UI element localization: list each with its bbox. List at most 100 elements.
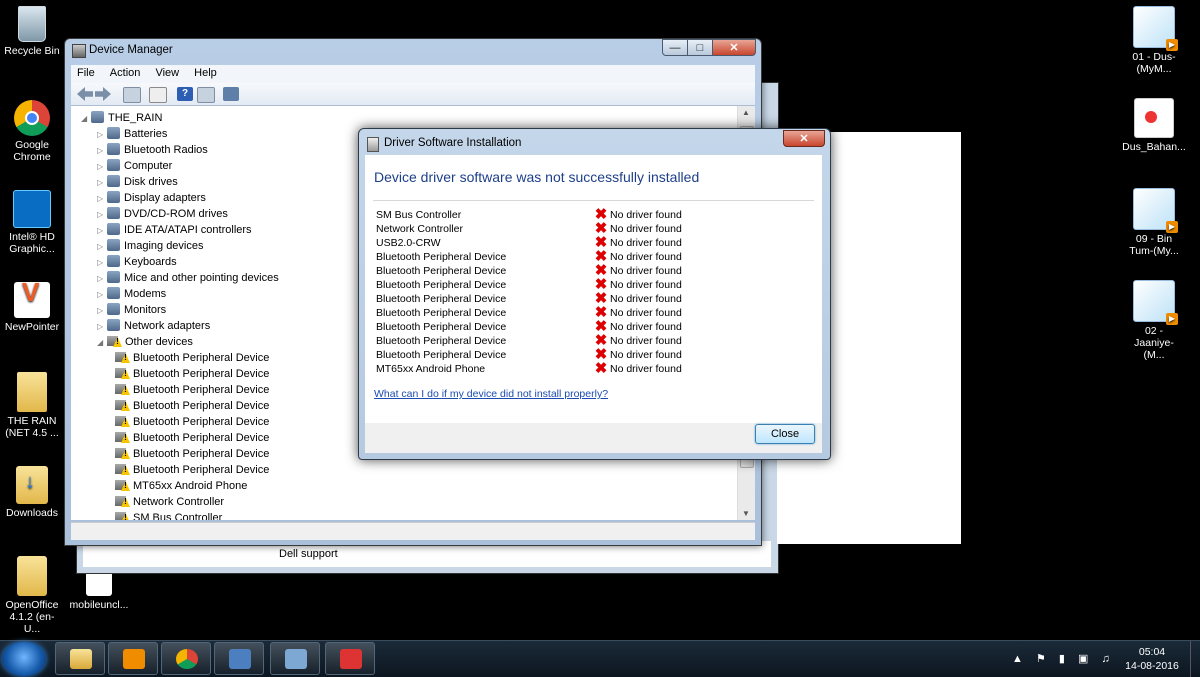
clock[interactable]: 05:04 14-08-2016 xyxy=(1124,645,1180,673)
recycle-bin-desktop-icon[interactable]: Recycle Bin xyxy=(0,6,67,57)
taskbar-control-panel-button[interactable] xyxy=(214,642,264,675)
desktop-icon-label: Dus_Bahan... xyxy=(1122,141,1186,153)
dell-support-text[interactable]: Dell support xyxy=(279,548,338,560)
error-x-icon: ✖ xyxy=(594,360,608,377)
dialog-close-x-button[interactable]: ✕ xyxy=(783,130,825,147)
openoffice-desktop-icon[interactable]: OpenOffice 4.1.2 (en-U... xyxy=(0,556,67,635)
taskbar-device-manager-button[interactable] xyxy=(270,642,320,675)
flag-icon[interactable]: ⚑ xyxy=(1036,653,1046,665)
tree-item-other-device[interactable]: Bluetooth Peripheral Device xyxy=(115,366,269,382)
maximize-button[interactable]: □ xyxy=(687,39,713,56)
tree-item-dvd-drives[interactable]: ▷ DVD/CD-ROM drives xyxy=(97,206,228,222)
driver-installation-dialog[interactable]: Driver Software Installation ✕ Device dr… xyxy=(358,128,831,460)
collapse-icon[interactable]: ◢ xyxy=(97,335,107,351)
tree-item-other-device[interactable]: Bluetooth Peripheral Device xyxy=(115,462,269,478)
device-name: Network Controller xyxy=(376,223,463,235)
network-icon[interactable]: ▣ xyxy=(1078,653,1088,665)
close-button[interactable]: Close xyxy=(755,424,815,444)
intel-graphics-desktop-icon[interactable]: Intel® HD Graphic... xyxy=(0,190,67,255)
device-status: ✖ No driver found xyxy=(594,234,682,251)
properties-icon[interactable] xyxy=(149,87,167,103)
device-manager-icon xyxy=(72,44,86,58)
start-button[interactable] xyxy=(2,642,46,676)
expand-icon[interactable]: ▷ xyxy=(97,175,107,191)
tree-root[interactable]: ◢ THE_RAIN xyxy=(81,110,162,126)
tree-item-other-device[interactable]: Bluetooth Peripheral Device xyxy=(115,398,269,414)
device-status: ✖ No driver found xyxy=(594,220,682,237)
desktop-icon-label: 02 - Jaaniye-(M... xyxy=(1134,325,1174,361)
collapse-icon[interactable]: ◢ xyxy=(81,111,91,127)
help-link[interactable]: What can I do if my device did not insta… xyxy=(374,388,608,400)
show-hidden-icons-icon[interactable]: ▲ xyxy=(1012,653,1023,665)
taskbar-explorer-button[interactable] xyxy=(55,642,105,675)
the-rain-folder-desktop-icon[interactable]: THE RAIN (NET 4.5 ... xyxy=(0,372,67,439)
tree-item-other-device[interactable]: Bluetooth Peripheral Device xyxy=(115,350,269,366)
tree-item-keyboards[interactable]: ▷ Keyboards xyxy=(97,254,177,270)
desktop-icon-label: OpenOffice 4.1.2 (en-U... xyxy=(5,599,59,635)
music-file-dus-desktop-icon[interactable]: Dus_Bahan... xyxy=(1119,98,1189,153)
menu-action[interactable]: Action xyxy=(104,65,147,81)
expand-icon[interactable]: ▷ xyxy=(97,127,107,143)
music-file-09-desktop-icon[interactable]: 09 - Bin Tum-(My... xyxy=(1119,188,1189,257)
tree-item-other-device[interactable]: Bluetooth Peripheral Device xyxy=(115,414,269,430)
show-hide-console-icon[interactable] xyxy=(123,87,141,103)
menu-file[interactable]: File xyxy=(71,65,101,81)
music-file-01-desktop-icon[interactable]: 01 - Dus-(MyM... xyxy=(1119,6,1189,75)
expand-icon[interactable]: ▷ xyxy=(97,319,107,335)
tree-item-other-device[interactable]: Network Controller xyxy=(115,494,224,510)
expand-icon[interactable]: ▷ xyxy=(97,239,107,255)
tree-item-computer[interactable]: ▷ Computer xyxy=(97,158,172,174)
expand-icon[interactable]: ▷ xyxy=(97,143,107,159)
tree-item-display-adapters[interactable]: ▷ Display adapters xyxy=(97,190,206,206)
tree-item-modems[interactable]: ▷ Modems xyxy=(97,286,166,302)
taskbar-media-player-button[interactable] xyxy=(108,642,158,675)
tree-item-bluetooth-radios[interactable]: ▷ Bluetooth Radios xyxy=(97,142,208,158)
expand-icon[interactable]: ▷ xyxy=(97,223,107,239)
tree-item-other-device[interactable]: Bluetooth Peripheral Device xyxy=(115,446,269,462)
tree-item-other-devices[interactable]: ◢Other devices xyxy=(97,334,193,350)
menu-help[interactable]: Help xyxy=(188,65,223,81)
expand-icon[interactable]: ▷ xyxy=(97,207,107,223)
tree-item-batteries[interactable]: ▷ Batteries xyxy=(97,126,167,142)
expand-icon[interactable]: ▷ xyxy=(97,255,107,271)
driver-installation-icon xyxy=(367,137,379,152)
close-window-button[interactable]: ✕ xyxy=(712,39,756,56)
minimize-button[interactable]: — xyxy=(662,39,688,56)
tree-item-ide-controllers[interactable]: ▷ IDE ATA/ATAPI controllers xyxy=(97,222,252,238)
tree-item-other-device[interactable]: MT65xx Android Phone xyxy=(115,478,247,494)
tree-item-monitors[interactable]: ▷ Monitors xyxy=(97,302,166,318)
tree-item-other-device[interactable]: Bluetooth Peripheral Device xyxy=(115,382,269,398)
device-status: ✖ No driver found xyxy=(594,304,682,321)
tree-item-other-device[interactable]: Bluetooth Peripheral Device xyxy=(115,430,269,446)
back-arrow-icon[interactable] xyxy=(77,87,93,101)
computer-icon xyxy=(91,111,104,123)
monitor-icon[interactable] xyxy=(223,87,239,101)
taskbar-toolbox-button[interactable] xyxy=(325,642,375,675)
expand-icon[interactable]: ▷ xyxy=(97,191,107,207)
google-chrome-desktop-icon[interactable]: Google Chrome xyxy=(0,100,67,163)
expand-icon[interactable]: ▷ xyxy=(97,159,107,175)
menu-view[interactable]: View xyxy=(149,65,185,81)
battery-icon[interactable]: ▮ xyxy=(1059,653,1065,665)
scroll-down-arrow-icon[interactable]: ▼ xyxy=(742,509,750,518)
taskbar-chrome-button[interactable] xyxy=(161,642,211,675)
show-desktop-button[interactable] xyxy=(1190,641,1200,677)
help-icon[interactable]: ? xyxy=(177,87,193,101)
recycle-bin-icon xyxy=(18,6,46,42)
forward-arrow-icon[interactable] xyxy=(95,87,111,101)
tree-item-mice[interactable]: ▷ Mice and other pointing devices xyxy=(97,270,279,286)
system-tray: ▲ ⚑ ▮ ▣ ♫ xyxy=(1012,652,1120,665)
downloads-desktop-icon[interactable]: Downloads xyxy=(0,466,67,519)
expand-icon[interactable]: ▷ xyxy=(97,271,107,287)
scroll-up-arrow-icon[interactable]: ▲ xyxy=(742,108,750,117)
tree-item-disk-drives[interactable]: ▷ Disk drives xyxy=(97,174,178,190)
expand-icon[interactable]: ▷ xyxy=(97,287,107,303)
tree-item-imaging-devices[interactable]: ▷ Imaging devices xyxy=(97,238,204,254)
scan-hardware-icon[interactable] xyxy=(197,87,215,103)
newpointer-desktop-icon[interactable]: NewPointer xyxy=(0,282,67,333)
volume-icon[interactable]: ♫ xyxy=(1101,653,1109,665)
expand-icon[interactable]: ▷ xyxy=(97,303,107,319)
music-file-02-desktop-icon[interactable]: 02 - Jaaniye-(M... xyxy=(1119,280,1189,361)
tree-item-other-device[interactable]: SM Bus Controller xyxy=(115,510,222,520)
tree-item-network-adapters[interactable]: ▷ Network adapters xyxy=(97,318,210,334)
